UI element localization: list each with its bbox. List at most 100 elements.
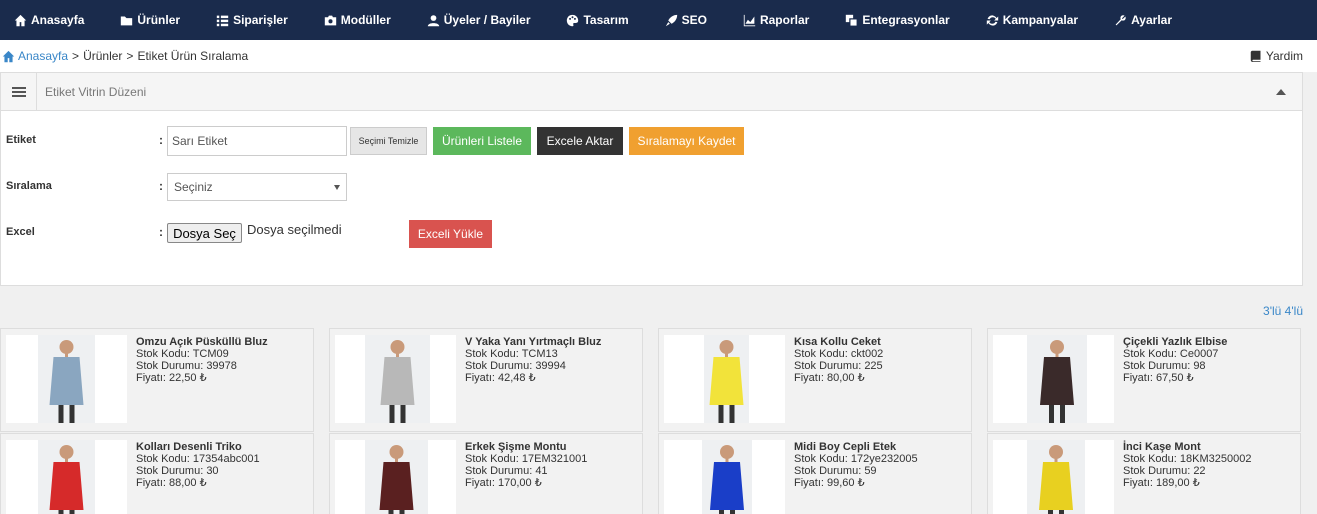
product-stock: Stok Durumu: 59 [794, 465, 918, 477]
nav-item-modules[interactable]: Modüller [324, 13, 391, 27]
product-stock: Stok Durumu: 39994 [465, 360, 601, 372]
help-link[interactable]: Yardim [1250, 49, 1303, 63]
code-label: Stok Kodu: [136, 348, 190, 360]
nav-item-integrations[interactable]: Entegrasyonlar [845, 13, 950, 27]
nav-item-seo[interactable]: SEO [665, 13, 707, 27]
product-card[interactable]: Midi Boy Cepli Etek Stok Kodu: 172ye23200… [658, 433, 972, 514]
folder-icon [121, 15, 133, 25]
product-name[interactable]: Kolları Desenli Triko [136, 441, 260, 453]
menu-icon[interactable] [1, 72, 37, 111]
product-info: V Yaka Yanı Yırtmaçlı Bluz Stok Kodu: TCM… [465, 336, 601, 384]
product-name[interactable]: Midi Boy Cepli Etek [794, 441, 918, 453]
product-info: Çiçekli Yazlık Elbise Stok Kodu: Ce0007 St… [1123, 336, 1227, 384]
product-card[interactable]: Erkek Şişme Montu Stok Kodu: 17EM321001 St… [329, 433, 643, 514]
nav-item-settings[interactable]: Ayarlar [1114, 13, 1172, 27]
choose-file-button[interactable]: Dosya Seç [167, 223, 242, 243]
product-price: Fiyatı: 80,00 ₺ [794, 372, 883, 384]
user-icon [427, 14, 439, 26]
nav-item-orders[interactable]: Siparişler [216, 13, 288, 27]
top-navigation: Anasayfa Ürünler Siparişler Modüller Üye… [0, 0, 1317, 40]
product-info: Kolları Desenli Triko Stok Kodu: 17354abc… [136, 441, 260, 489]
code-value: 17EM321001 [521, 453, 588, 465]
breadcrumb-home-link[interactable]: Anasayfa [18, 49, 68, 63]
collapse-icon[interactable] [1276, 89, 1286, 95]
clear-selection-button[interactable]: Seçimi Temizle [350, 127, 427, 155]
help-label: Yardim [1265, 49, 1303, 63]
nav-label: Ürünler [137, 13, 181, 27]
nav-item-products[interactable]: Ürünler [120, 13, 180, 27]
excel-label: Excel [6, 226, 35, 238]
code-value: ckt002 [850, 348, 884, 360]
nav-label: Kampanyalar [1002, 13, 1079, 27]
breadcrumb-separator: > [126, 49, 134, 63]
product-card[interactable]: Omzu Açık Püsküllü Bluz Stok Kodu: TCM09 S… [0, 328, 314, 432]
product-card[interactable]: Kolları Desenli Triko Stok Kodu: 17354abc… [0, 433, 314, 514]
export-excel-button[interactable]: Excele Aktar [537, 127, 623, 155]
code-label: Stok Kodu: [1123, 453, 1177, 465]
product-card[interactable]: Kısa Kollu Ceket Stok Kodu: ckt002 Stok Du… [658, 328, 972, 432]
product-card[interactable]: Çiçekli Yazlık Elbise Stok Kodu: Ce0007 St… [987, 328, 1301, 432]
breadcrumb-products[interactable]: Ürünler [83, 49, 122, 63]
product-code: Stok Kodu: TCM13 [465, 348, 601, 360]
product-image [664, 440, 785, 514]
nav-item-home[interactable]: Anasayfa [14, 13, 84, 27]
grid-layout-toggle[interactable]: 3'lü 4'lü [1263, 304, 1303, 318]
code-label: Stok Kodu: [1123, 348, 1177, 360]
product-info: Midi Boy Cepli Etek Stok Kodu: 172ye23200… [794, 441, 918, 489]
stock-label: Stok Durumu: [465, 360, 533, 372]
stock-value: 22 [1193, 465, 1206, 477]
product-name[interactable]: İnci Kaşe Mont [1123, 441, 1251, 453]
stock-value: 39978 [206, 360, 237, 372]
save-order-button[interactable]: Sıralamayı Kaydet [629, 127, 744, 155]
colon: : [159, 133, 163, 147]
product-image [335, 335, 456, 423]
nav-item-reports[interactable]: Raporlar [743, 13, 809, 27]
product-price: Fiyatı: 189,00 ₺ [1123, 477, 1251, 489]
nav-label: Siparişler [233, 13, 288, 27]
chart-icon [743, 14, 756, 26]
stock-label: Stok Durumu: [794, 465, 862, 477]
tag-input[interactable] [167, 126, 347, 156]
price-value: 22,50 ₺ [169, 372, 207, 384]
stock-value: 41 [535, 465, 548, 477]
code-value: 17354abc001 [192, 453, 260, 465]
stock-label: Stok Durumu: [136, 360, 204, 372]
product-stock: Stok Durumu: 98 [1123, 360, 1227, 372]
nav-item-design[interactable]: Tasarım [566, 13, 629, 27]
product-name[interactable]: V Yaka Yanı Yırtmaçlı Bluz [465, 336, 601, 348]
product-price: Fiyatı: 42,48 ₺ [465, 372, 601, 384]
nav-item-members[interactable]: Üyeler / Bayiler [427, 13, 530, 27]
nav-label: Tasarım [583, 13, 629, 27]
code-label: Stok Kodu: [465, 453, 519, 465]
product-price: Fiyatı: 99,60 ₺ [794, 477, 918, 489]
product-name[interactable]: Çiçekli Yazlık Elbise [1123, 336, 1227, 348]
code-label: Stok Kodu: [136, 453, 190, 465]
chevron-down-icon [334, 185, 340, 190]
home-icon [2, 50, 15, 62]
upload-excel-button[interactable]: Exceli Yükle [409, 220, 492, 248]
price-label: Fiyatı: [465, 372, 495, 384]
wrench-icon [1115, 14, 1126, 25]
code-value: 18KM3250002 [1179, 453, 1252, 465]
product-card[interactable]: V Yaka Yanı Yırtmaçlı Bluz Stok Kodu: TCM… [329, 328, 643, 432]
product-card[interactable]: İnci Kaşe Mont Stok Kodu: 18KM3250002 Stok… [987, 433, 1301, 514]
stock-value: 98 [1193, 360, 1206, 372]
code-value: Ce0007 [1179, 348, 1219, 360]
list-products-button[interactable]: Ürünleri Listele [433, 127, 531, 155]
product-photo [1027, 440, 1085, 514]
product-image [6, 335, 127, 423]
code-label: Stok Kodu: [465, 348, 519, 360]
product-name[interactable]: Erkek Şişme Montu [465, 441, 587, 453]
product-photo [38, 335, 95, 423]
order-select[interactable]: Seçiniz [167, 173, 347, 201]
stock-value: 30 [206, 465, 219, 477]
product-name[interactable]: Kısa Kollu Ceket [794, 336, 883, 348]
file-status: Dosya seçilmedi [247, 222, 342, 237]
integration-icon [846, 14, 859, 27]
stock-value: 39994 [535, 360, 566, 372]
nav-item-campaigns[interactable]: Kampanyalar [986, 13, 1078, 27]
module-icon [324, 15, 336, 25]
book-icon [1250, 50, 1261, 62]
product-code: Stok Kodu: ckt002 [794, 348, 883, 360]
product-name[interactable]: Omzu Açık Püsküllü Bluz [136, 336, 268, 348]
